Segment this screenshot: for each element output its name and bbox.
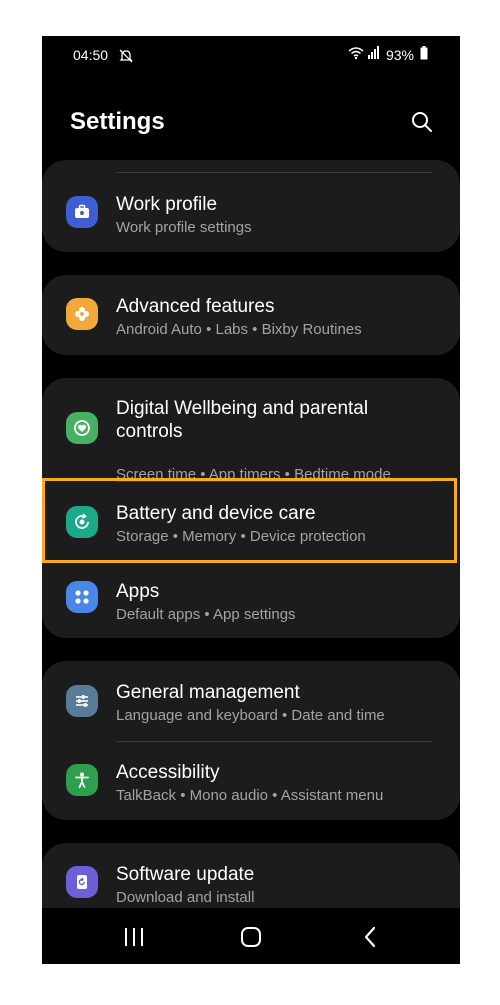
setting-software-update[interactable]: Software update Download and install [42,843,460,908]
setting-subtitle: TalkBack • Mono audio • Assistant menu [116,787,384,804]
setting-subtitle: Download and install [116,889,255,906]
software-update-icon [66,866,98,898]
battery-icon [420,46,428,63]
home-icon[interactable] [236,924,266,950]
setting-subtitle: Language and keyboard • Date and time [116,707,385,724]
setting-label: Digital Wellbeing and parental controls [116,398,369,442]
setting-subtitle: Android Auto • Labs • Bixby Routines [116,321,362,338]
setting-label: Work profile [116,194,218,215]
phone-screen: 04:50 93% Settings Work profile Work pro… [42,36,460,964]
navigation-bar [42,908,460,964]
setting-label: Accessibility [116,762,220,783]
status-bar: 04:50 93% [42,36,460,76]
card-software-update: Software update Download and install [42,843,460,908]
notifications-off-icon [118,48,134,67]
status-right: 93% [348,46,428,63]
search-icon[interactable] [410,110,434,134]
setting-accessibility[interactable]: Accessibility TalkBack • Mono audio • As… [42,741,460,820]
settings-list[interactable]: Work profile Work profile settings Advan… [42,156,460,908]
accessibility-person-icon [66,764,98,796]
card-general-accessibility: General management Language and keyboard… [42,661,460,820]
setting-label: General management [116,682,300,703]
wellbeing-heart-icon [66,412,98,444]
setting-label: Apps [116,581,160,602]
flower-icon [66,298,98,330]
card-work-profile: Work profile Work profile settings [42,160,460,252]
wifi-icon [348,46,364,63]
recent-apps-icon[interactable] [119,924,149,950]
setting-digital-wellbeing[interactable]: Digital Wellbeing and parental controls … [42,378,460,483]
signal-icon [367,46,382,63]
page-title: Settings [70,108,165,135]
sliders-icon [66,685,98,717]
highlight-frame [42,478,457,563]
setting-subtitle: Default apps • App settings [116,606,296,623]
back-icon[interactable] [355,924,385,950]
status-time: 04:50 [73,47,109,63]
briefcase-icon [66,196,98,228]
apps-grid-icon [66,581,98,613]
setting-label: Advanced features [116,296,275,317]
battery-percentage: 93% [385,46,414,63]
setting-work-profile[interactable]: Work profile Work profile settings [42,160,460,252]
setting-subtitle: Work profile settings [116,219,252,236]
setting-general-management[interactable]: General management Language and keyboard… [42,661,460,741]
setting-advanced-features[interactable]: Advanced features Android Auto • Labs • … [42,275,460,355]
card-advanced-features: Advanced features Android Auto • Labs • … [42,275,460,355]
setting-apps[interactable]: Apps Default apps • App settings [42,560,460,638]
setting-label: Software update [116,864,255,885]
